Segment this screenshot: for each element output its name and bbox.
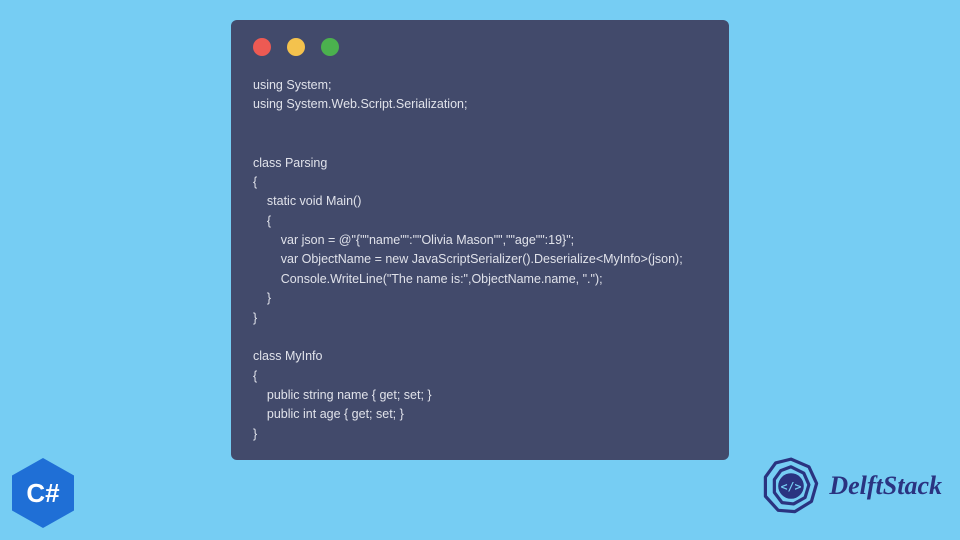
close-icon[interactable]	[253, 38, 271, 56]
code-block: using System; using System.Web.Script.Se…	[253, 76, 707, 444]
svg-text:</>: </>	[781, 479, 802, 493]
minimize-icon[interactable]	[287, 38, 305, 56]
window-controls	[253, 38, 707, 56]
code-window: using System; using System.Web.Script.Se…	[231, 20, 729, 460]
csharp-label: C#	[26, 478, 59, 509]
delftstack-logo: </> DelftStack	[759, 454, 942, 518]
maximize-icon[interactable]	[321, 38, 339, 56]
delftstack-label: DelftStack	[829, 471, 942, 501]
gear-code-icon: </>	[759, 454, 823, 518]
hexagon-icon: C#	[12, 458, 74, 528]
csharp-logo: C#	[12, 458, 74, 528]
